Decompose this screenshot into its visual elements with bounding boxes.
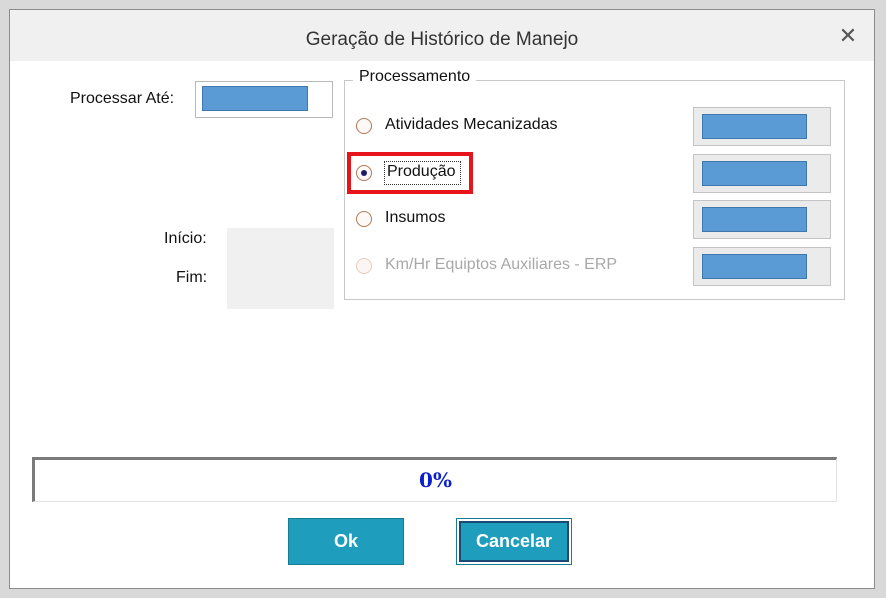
highlight-box — [347, 152, 473, 194]
dialog-window: Geração de Histórico de Manejo ✕ Process… — [9, 9, 875, 589]
atividades-mecanizadas-field[interactable] — [693, 107, 831, 146]
cancel-button[interactable]: Cancelar — [456, 518, 572, 565]
km-hr-equiptos-value — [702, 254, 807, 279]
processar-ate-field[interactable] — [195, 81, 333, 118]
fim-label: Fim: — [176, 269, 208, 286]
insumos-value — [702, 207, 807, 232]
ok-button[interactable]: Ok — [288, 518, 404, 565]
radio-label-insumos[interactable]: Insumos — [385, 209, 445, 227]
window-title: Geração de Histórico de Manejo — [305, 29, 579, 50]
km-hr-equiptos-field[interactable] — [693, 247, 831, 286]
radio-km-hr-equiptos — [356, 258, 372, 274]
insumos-field[interactable] — [693, 200, 831, 239]
title-bar: Geração de Histórico de Manejo ✕ — [10, 10, 874, 61]
radio-label-atividades-mecanizadas[interactable]: Atividades Mecanizadas — [385, 116, 558, 134]
radio-atividades-mecanizadas[interactable] — [356, 118, 372, 134]
producao-value — [702, 161, 807, 186]
radio-label-km-hr-equiptos: Km/Hr Equiptos Auxiliares - ERP — [385, 256, 618, 273]
processamento-legend: Processamento — [353, 68, 477, 86]
radio-insumos[interactable] — [356, 211, 372, 227]
progress-text: 0% — [419, 468, 452, 492]
producao-field[interactable] — [693, 154, 831, 193]
atividades-mecanizadas-value — [702, 114, 807, 139]
inicio-label: Início: — [164, 230, 207, 247]
close-icon[interactable]: ✕ — [836, 24, 860, 48]
processar-ate-value — [202, 86, 308, 111]
processar-ate-label: Processar Até: — [70, 90, 175, 107]
progress-bar: 0% — [32, 457, 837, 502]
inicio-fim-panel — [227, 228, 334, 309]
